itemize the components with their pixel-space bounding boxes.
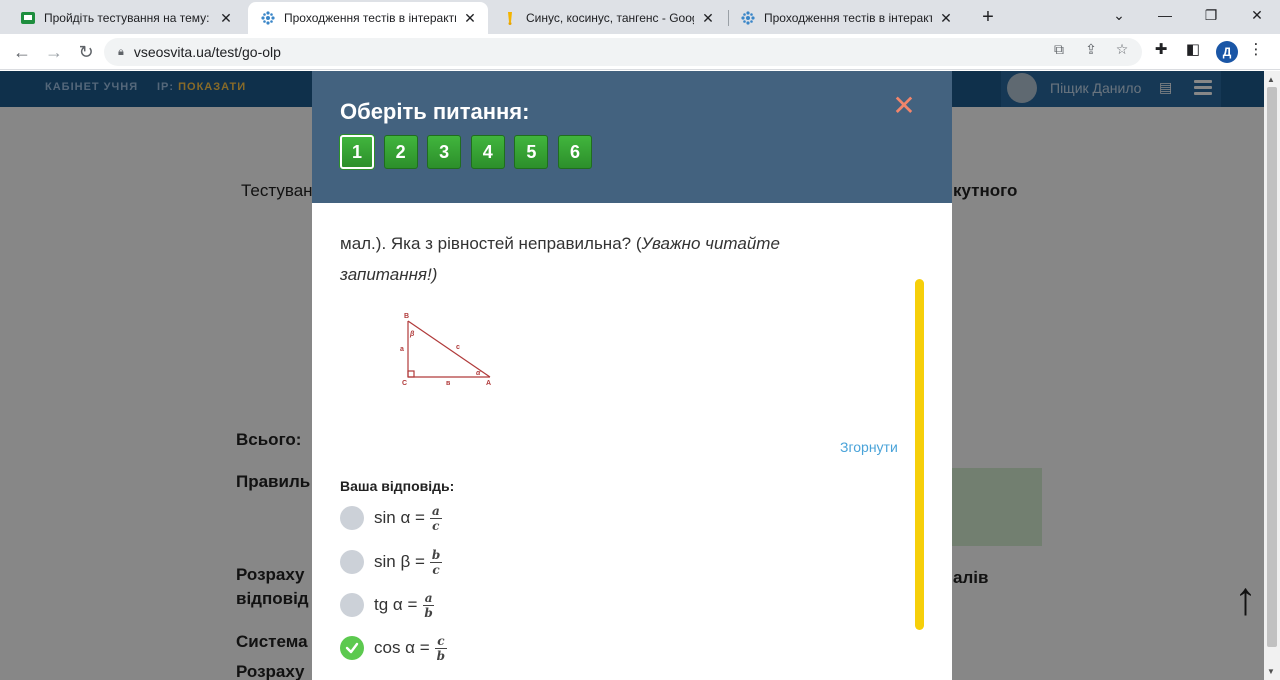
close-icon[interactable]: ✕	[462, 10, 478, 27]
question-scrollbar[interactable]	[915, 279, 924, 630]
scroll-up-icon[interactable]: ▲	[1267, 75, 1275, 84]
minimize-icon[interactable]: —	[1142, 0, 1188, 30]
extensions-puzzle-icon[interactable]: ✚	[1150, 38, 1172, 60]
translate-icon[interactable]: ⧉	[1048, 38, 1070, 60]
browser-toolbar: ← → ↻ 🔒︎ vseosvita.ua/test/go-olp ⧉ ⇪ ☆ …	[0, 34, 1280, 70]
radio-button[interactable]	[340, 593, 364, 617]
answer-option-3[interactable]: tg α = ab	[340, 585, 435, 625]
answer-option-1[interactable]: sin α = ac	[340, 498, 442, 538]
share-icon[interactable]: ⇪	[1080, 38, 1102, 60]
browser-tab-3[interactable]: Синус, косинус, тангенс - Googl ✕	[490, 2, 726, 34]
question-modal: Оберіть питання: ✕ 1 2 3 4 5 6 мал.). Як…	[312, 71, 952, 680]
vseosvita-icon	[260, 10, 276, 26]
forward-arrow-icon[interactable]: →	[40, 38, 68, 66]
google-icon	[502, 10, 518, 26]
tab-title: Проходження тестів в інтеракти	[764, 11, 932, 25]
option-text: sin β = bc	[374, 547, 443, 577]
fraction: cb	[435, 633, 447, 663]
profile-avatar[interactable]: Д	[1216, 41, 1238, 63]
restore-icon[interactable]: ❐	[1188, 0, 1234, 30]
tab-search-chevron-icon[interactable]: ⌄	[1096, 0, 1142, 30]
collapse-link[interactable]: Згорнути	[840, 439, 898, 455]
menu-kebab-icon[interactable]: ⋮	[1245, 38, 1267, 60]
browser-tab-bar: Пройдіть тестування на тему: С ✕ Проходж…	[0, 0, 1280, 34]
browser-tab-2[interactable]: Проходження тестів в інтеракти ✕	[248, 2, 488, 34]
tab-title: Пройдіть тестування на тему: С	[44, 11, 212, 25]
tab-title: Синус, косинус, тангенс - Googl	[526, 11, 694, 25]
question-button-5[interactable]: 5	[514, 135, 549, 169]
classroom-icon	[20, 10, 36, 26]
vseosvita-icon	[740, 10, 756, 26]
modal-title: Оберіть питання:	[340, 99, 530, 124]
close-icon[interactable]: ✕	[700, 10, 716, 27]
window-close-icon[interactable]: ✕	[1234, 0, 1280, 30]
new-tab-plus-icon[interactable]: +	[974, 3, 1002, 31]
question-button-1[interactable]: 1	[340, 135, 374, 169]
question-button-4[interactable]: 4	[470, 135, 505, 169]
figure-label-alpha: α	[476, 370, 481, 377]
figure-label-b: в	[446, 380, 451, 387]
fraction: bc	[429, 547, 443, 577]
radio-button[interactable]	[340, 506, 364, 530]
figure-label-a: a	[400, 346, 404, 353]
question-number-list: 1 2 3 4 5 6	[340, 135, 602, 169]
tab-title: Проходження тестів в інтеракти	[284, 11, 456, 25]
question-button-6[interactable]: 6	[557, 135, 592, 169]
side-panel-icon[interactable]: ◧	[1182, 38, 1204, 60]
scrollbar-thumb[interactable]	[1267, 87, 1277, 647]
question-text: мал.). Яка з рівностей неправильна? (Ува…	[340, 234, 780, 284]
fraction: ab	[422, 590, 435, 620]
close-icon[interactable]: ✕	[938, 10, 954, 27]
question-button-3[interactable]: 3	[427, 135, 462, 169]
option-text: sin α = ac	[374, 503, 442, 533]
back-arrow-icon[interactable]: ←	[8, 38, 36, 66]
checked-radio-icon[interactable]	[340, 636, 364, 660]
answer-label: Ваша відповідь:	[340, 478, 455, 494]
url-text: vseosvita.ua/test/go-olp	[133, 44, 281, 60]
figure-label-c: c	[456, 344, 460, 351]
browser-tab-1[interactable]: Пройдіть тестування на тему: С ✕	[8, 2, 244, 34]
figure-label-B: B	[404, 313, 409, 320]
radio-button[interactable]	[340, 550, 364, 574]
address-bar[interactable]: 🔒︎ vseosvita.ua/test/go-olp	[104, 38, 1142, 66]
figure-label-A: A	[486, 380, 491, 387]
modal-header: Оберіть питання: ✕ 1 2 3 4 5 6	[312, 71, 952, 203]
page-scrollbar[interactable]: ▲ ▼	[1264, 71, 1280, 680]
figure-label-beta: β	[409, 331, 415, 338]
lock-icon: 🔒︎	[118, 45, 124, 58]
option-text: tg α = ab	[374, 590, 435, 620]
triangle-figure: B a β c C в A α	[400, 313, 491, 387]
browser-tab-4[interactable]: Проходження тестів в інтеракти ✕	[728, 2, 964, 34]
reload-icon[interactable]: ↻	[72, 38, 100, 66]
answer-option-2[interactable]: sin β = bc	[340, 542, 443, 582]
close-icon[interactable]: ✕	[218, 10, 234, 27]
question-button-2[interactable]: 2	[383, 135, 418, 169]
option-text: cos α = cb	[374, 633, 447, 663]
figure-label-C: C	[402, 380, 407, 387]
bookmark-star-icon[interactable]: ☆	[1111, 38, 1133, 60]
answer-option-4[interactable]: cos α = cb	[340, 628, 447, 668]
scroll-down-icon[interactable]: ▼	[1267, 667, 1275, 676]
close-icon[interactable]: ✕	[892, 91, 916, 121]
fraction: ac	[429, 503, 442, 533]
